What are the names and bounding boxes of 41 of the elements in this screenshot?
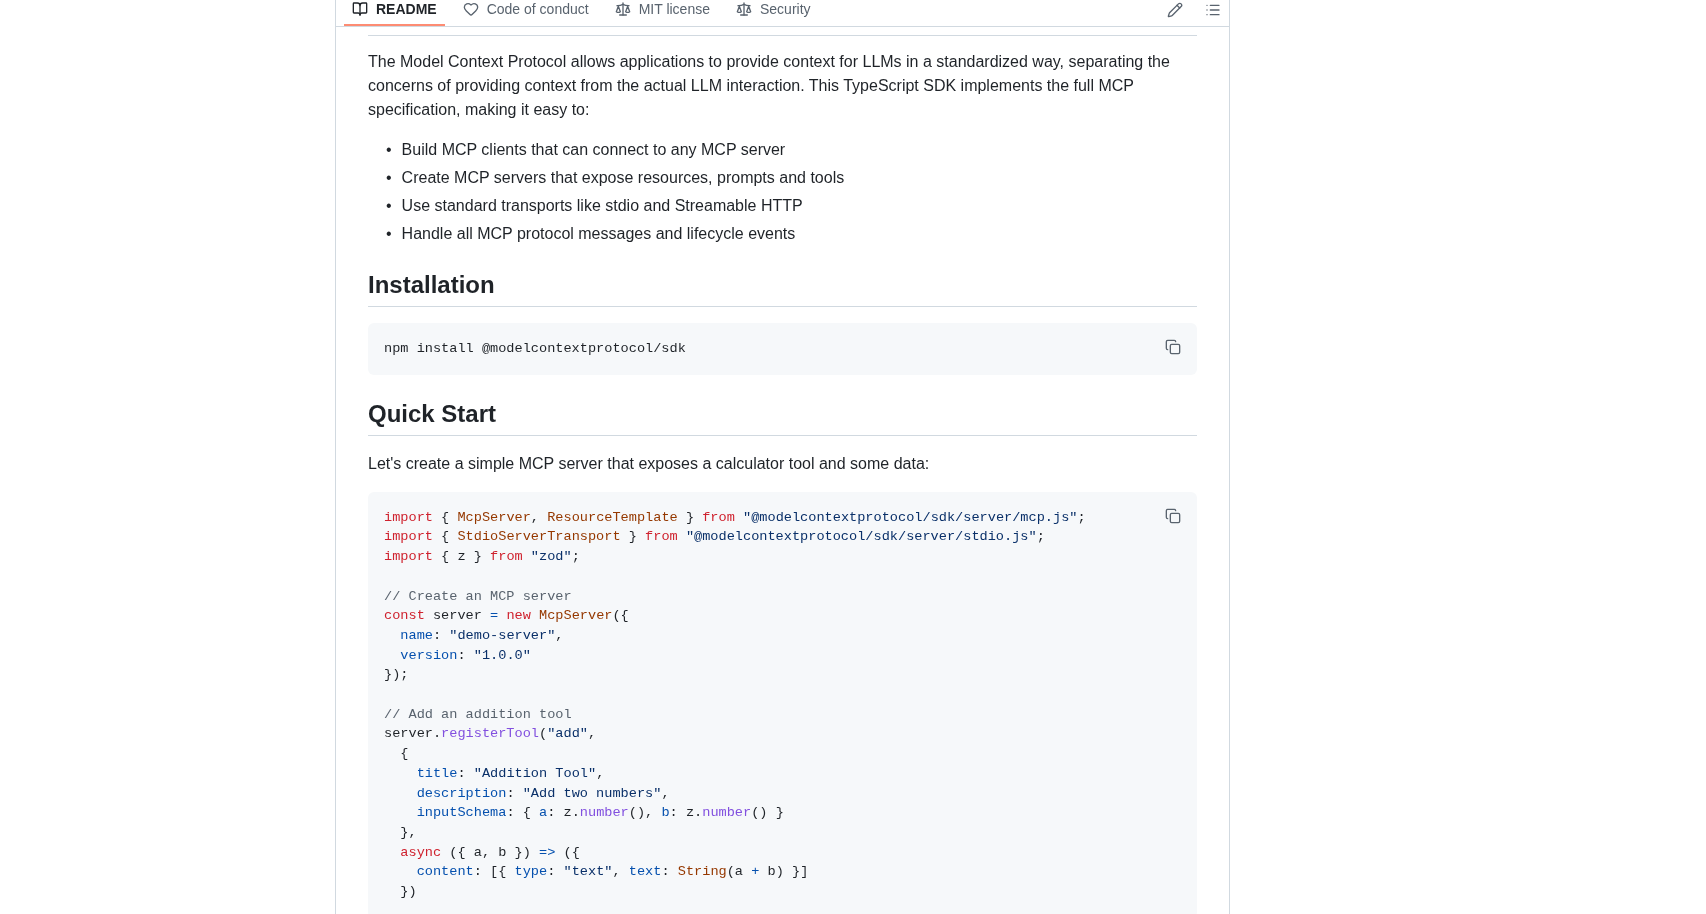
code-line: inputSchema: { a: z.number(), b: z.number() } (415, 804, 784, 823)
feature-item: Build MCP clients that can connect to any MCP server (401, 140, 786, 160)
code-line: }); (384, 666, 409, 685)
code-line: import { McpServer, ResourceTemplate } from "@modelcontextprotocol/sdk/server/mcp.js"; (384, 508, 1086, 527)
readme-tab[interactable]: MIT license (606, 0, 718, 26)
code-line: name: "demo-server", (399, 626, 564, 645)
readme-tab[interactable]: Code of conduct (454, 0, 597, 26)
bullet: • (386, 140, 392, 160)
book-icon (352, 1, 368, 17)
code-line: { (399, 745, 409, 764)
feature-item: Handle all MCP protocol messages and lifecycle events (401, 224, 796, 244)
code-line: import { z } from "zod"; (384, 548, 580, 567)
bullet: • (386, 168, 392, 188)
section-heading: Quick Start (368, 398, 1197, 436)
section-heading: Installation (368, 270, 1197, 307)
code-line: import { StdioServerTransport } from "@modelcontextprotocol/sdk/server/stdio.js"; (384, 528, 1045, 547)
scale-icon (735, 1, 752, 17)
list-icon[interactable] (1205, 2, 1221, 18)
scale-icon (614, 1, 631, 17)
code-line: }, (399, 823, 417, 842)
code-line: npm install @modelcontextprotocol/sdk (384, 340, 686, 358)
feature-item: Use standard transports like stdio and Streamable HTTP (401, 196, 803, 216)
readme-tab[interactable]: Security (727, 0, 819, 26)
code-line: description: "Add two numbers", (415, 784, 670, 803)
code-line: version: "1.0.0" (399, 646, 531, 665)
code-line: // Create an MCP server (384, 587, 572, 606)
heart-icon (462, 1, 479, 17)
code-line: server.registerTool("add", (384, 725, 597, 744)
code-line: async ({ a, b }) => ({ (399, 843, 580, 862)
code-line: const server = new McpServer({ (384, 607, 629, 626)
code-line: }) (399, 883, 417, 902)
quick-start-text: Let's create a simple MCP server that exposes a calculator tool and some data: (368, 453, 931, 474)
bullet: • (386, 224, 392, 244)
feature-item: Create MCP servers that expose resources, prompts and tools (401, 168, 845, 188)
readme-tab[interactable]: README (344, 0, 445, 26)
intro-paragraph: The Model Context Protocol allows applications to provide context for LLMs in a standardized way, separating the concerns of providing context from the actual LLM interaction. This TypeScript SDK implements the full MCP specification, making it easy to: (368, 52, 1171, 120)
code-line: // Add an addition tool (384, 705, 572, 724)
edit-icon[interactable] (1167, 2, 1183, 18)
code-line: title: "Addition Tool", (415, 764, 605, 783)
code-line: content: [{ type: "text", text: String(a + b) }] (415, 863, 809, 882)
bullet: • (386, 196, 392, 216)
